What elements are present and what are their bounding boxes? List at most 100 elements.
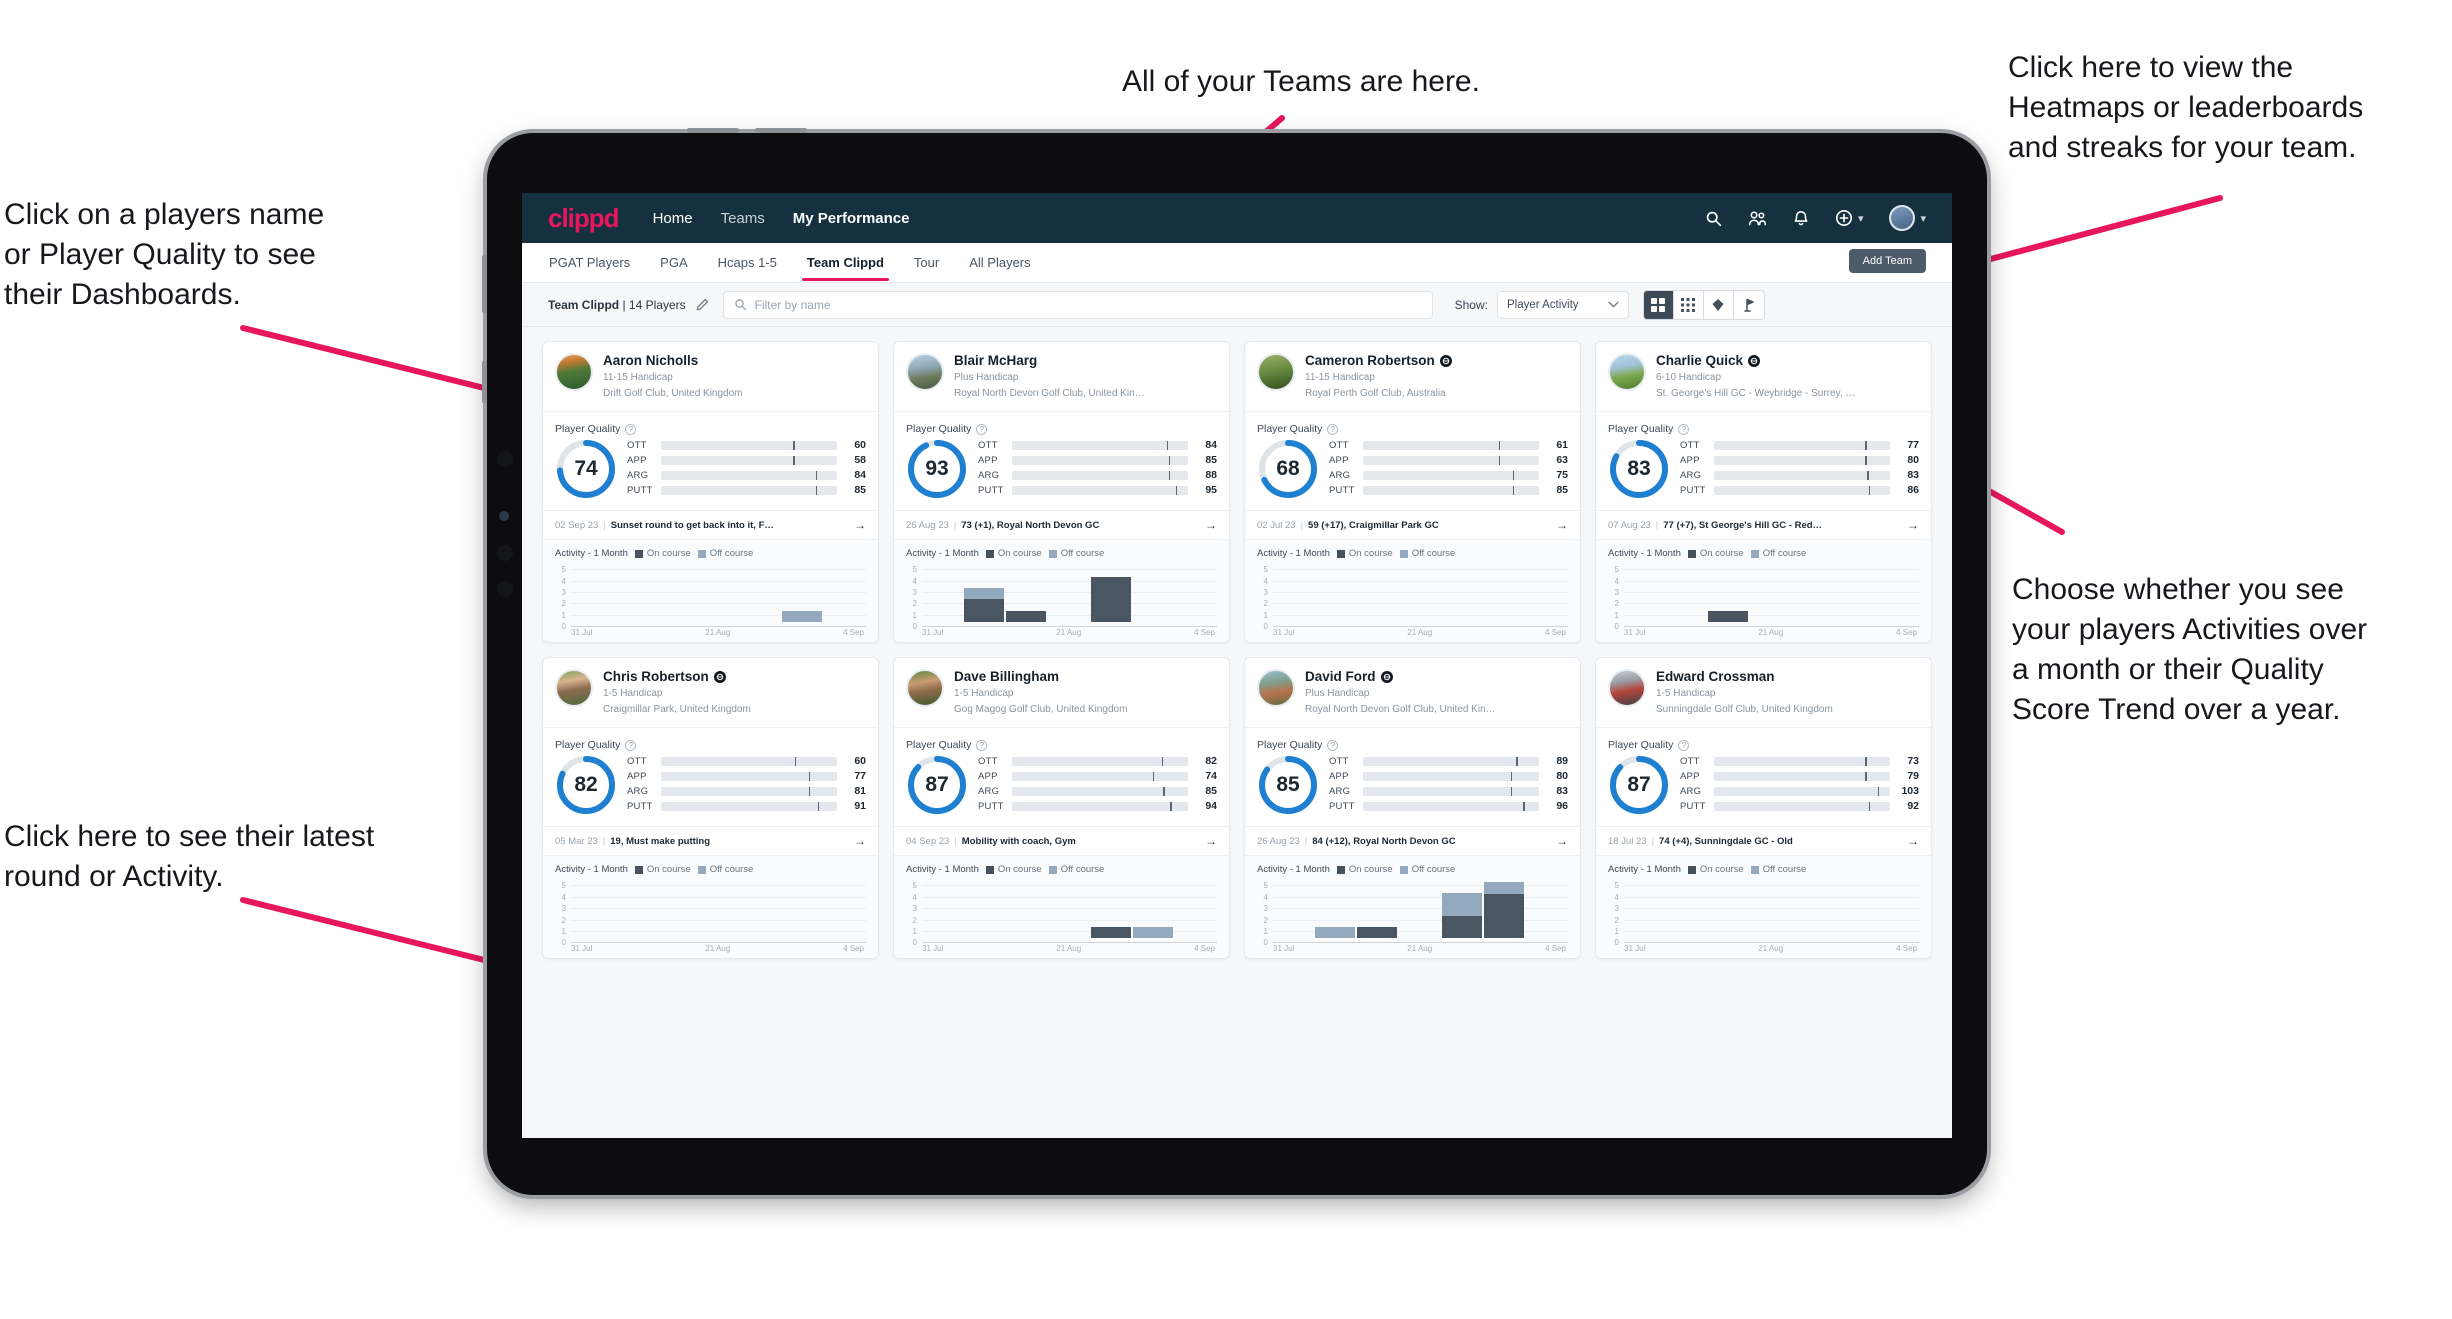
player-quality-section[interactable]: Player Quality? 68 OTT 61 APP 63 ARG 75 PUTT 85 bbox=[1245, 411, 1580, 510]
team-count-text: | 14 Players bbox=[622, 297, 686, 312]
grid-large-icon[interactable] bbox=[1643, 290, 1674, 319]
player-name[interactable]: Cameron Robertson bbox=[1305, 353, 1452, 369]
player-card-header[interactable]: Chris Robertson 1-5 Handicap Craigmillar P… bbox=[543, 658, 878, 727]
arrow-right-icon[interactable]: → bbox=[1907, 518, 1919, 532]
player-card-header[interactable]: Blair McHarg Plus Handicap Royal North Dev… bbox=[894, 342, 1229, 411]
latest-round-row[interactable]: 02 Jul 23 | 59 (+17), Craigmillar Park GC → bbox=[1245, 510, 1580, 540]
player-quality-section[interactable]: Player Quality? 83 OTT 77 APP 80 ARG 83 PUTT 86 bbox=[1596, 411, 1931, 510]
show-select[interactable]: Player Activity bbox=[1496, 290, 1629, 319]
player-name[interactable]: Chris Robertson bbox=[603, 669, 751, 685]
player-card-header[interactable]: David Ford Plus Handicap Royal North Devon… bbox=[1245, 658, 1580, 727]
legend-off-course: Off course bbox=[1048, 864, 1104, 875]
tab-all-players[interactable]: All Players bbox=[968, 245, 1031, 281]
arrow-right-icon[interactable]: → bbox=[1556, 518, 1568, 532]
help-icon[interactable]: ? bbox=[1678, 423, 1690, 435]
player-quality-section[interactable]: Player Quality? 82 OTT 60 APP 77 ARG 81 PUTT 91 bbox=[543, 727, 878, 826]
player-name[interactable]: Aaron Nicholls bbox=[603, 353, 743, 369]
clippd-logo[interactable]: clippd bbox=[548, 203, 620, 234]
nav-my-performance[interactable]: My Performance bbox=[793, 210, 910, 227]
latest-round-row[interactable]: 26 Aug 23 | 73 (+1), Royal North Devon GC → bbox=[894, 510, 1229, 540]
grid-small-icon[interactable] bbox=[1674, 290, 1704, 319]
player-club: Sunningdale Golf Club, United Kingdom bbox=[1656, 703, 1833, 715]
latest-round-row[interactable]: 04 Sep 23 | Mobility with coach, Gym → bbox=[894, 826, 1229, 856]
player-card-header[interactable]: Dave Billingham 1-5 Handicap Gog Magog Gol… bbox=[894, 658, 1229, 727]
metric-benchmark-tick bbox=[1877, 786, 1880, 796]
tab-pgat-players[interactable]: PGAT Players bbox=[548, 245, 631, 281]
player-name[interactable]: David Ford bbox=[1305, 669, 1496, 685]
tablet-volume-button-2 bbox=[755, 128, 807, 133]
player-quality-section[interactable]: Player Quality? 74 OTT 60 APP 58 ARG 84 PUTT 85 bbox=[543, 411, 878, 510]
tab-pga[interactable]: PGA bbox=[659, 245, 688, 281]
help-icon[interactable]: ? bbox=[976, 739, 988, 751]
arrow-right-icon[interactable]: → bbox=[854, 834, 866, 848]
player-card[interactable]: David Ford Plus Handicap Royal North Devon… bbox=[1244, 657, 1581, 960]
latest-round-row[interactable]: 05 Mar 23 | 19, Must make putting → bbox=[543, 826, 878, 856]
player-card[interactable]: Dave Billingham 1-5 Handicap Gog Magog Gol… bbox=[893, 657, 1230, 960]
round-description: 73 (+1), Royal North Devon GC bbox=[961, 519, 1100, 531]
chart-bar-slot bbox=[1357, 882, 1398, 939]
chart-bar-slot bbox=[1315, 566, 1355, 622]
player-quality-section[interactable]: Player Quality? 87 OTT 82 APP 74 ARG 85 PUTT 94 bbox=[894, 727, 1229, 826]
quality-metric-row: ARG 83 bbox=[1680, 469, 1919, 481]
chart-bar-slot bbox=[1399, 882, 1439, 938]
player-name[interactable]: Charlie Quick bbox=[1656, 353, 1855, 369]
y-tick-label: 1 bbox=[1614, 926, 1619, 936]
player-quality-section[interactable]: Player Quality? 85 OTT 89 APP 80 ARG 83 PUTT 96 bbox=[1245, 727, 1580, 826]
player-name[interactable]: Dave Billingham bbox=[954, 669, 1127, 685]
help-icon[interactable]: ? bbox=[1327, 423, 1339, 435]
heatmap-icon[interactable] bbox=[1704, 290, 1734, 319]
avatar[interactable]: ▾ bbox=[1889, 205, 1926, 231]
arrow-right-icon[interactable]: → bbox=[1907, 834, 1919, 848]
help-icon[interactable]: ? bbox=[1327, 739, 1339, 751]
player-card[interactable]: Edward Crossman 1-5 Handicap Sunningdale G… bbox=[1595, 657, 1932, 960]
player-card[interactable]: Aaron Nicholls 11-15 Handicap Drift Golf C… bbox=[542, 341, 879, 644]
player-name[interactable]: Edward Crossman bbox=[1656, 669, 1833, 685]
arrow-right-icon[interactable]: → bbox=[1556, 834, 1568, 848]
player-card-header[interactable]: Cameron Robertson 11-15 Handicap Royal Per… bbox=[1245, 342, 1580, 411]
help-icon[interactable]: ? bbox=[625, 739, 637, 751]
player-card[interactable]: Charlie Quick 6-10 Handicap St. George's H… bbox=[1595, 341, 1932, 644]
chart-bar-slot bbox=[1175, 566, 1215, 622]
arrow-right-icon[interactable]: → bbox=[1205, 518, 1217, 532]
tab-hcaps-1-5[interactable]: Hcaps 1-5 bbox=[717, 245, 778, 281]
add-team-button[interactable]: Add Team bbox=[1848, 249, 1926, 273]
latest-round-row[interactable]: 02 Sep 23 | Sunset round to get back into … bbox=[543, 510, 878, 540]
tab-team-clippd[interactable]: Team Clippd bbox=[801, 245, 889, 281]
player-card-header[interactable]: Charlie Quick 6-10 Handicap St. George's H… bbox=[1596, 342, 1931, 411]
metric-label: PUTT bbox=[627, 484, 653, 496]
bell-icon[interactable] bbox=[1793, 209, 1809, 227]
y-tick-label: 3 bbox=[1614, 587, 1619, 597]
search-icon[interactable] bbox=[1705, 210, 1722, 227]
latest-round-row[interactable]: 07 Aug 23 | 77 (+7), St George's Hill GC -… bbox=[1596, 510, 1931, 540]
nav-home[interactable]: Home bbox=[653, 210, 693, 227]
arrow-right-icon[interactable]: → bbox=[1205, 834, 1217, 848]
activity-bar-chart: 5 4 3 2 1 0 31 Jul 21 Aug 4 Sep bbox=[555, 565, 866, 637]
edit-pencil-icon[interactable] bbox=[696, 298, 709, 311]
latest-round-row[interactable]: 26 Aug 23 | 84 (+12), Royal North Devon GC… bbox=[1245, 826, 1580, 856]
player-quality-section[interactable]: Player Quality? 87 OTT 73 APP 79 ARG 103 PUTT 92 bbox=[1596, 727, 1931, 826]
player-card-header[interactable]: Aaron Nicholls 11-15 Handicap Drift Golf C… bbox=[543, 342, 878, 411]
people-icon[interactable] bbox=[1748, 210, 1767, 227]
on-course-swatch bbox=[634, 549, 643, 558]
chart-bar-slot bbox=[1526, 882, 1566, 938]
help-icon[interactable]: ? bbox=[625, 423, 637, 435]
player-card[interactable]: Chris Robertson 1-5 Handicap Craigmillar P… bbox=[542, 657, 879, 960]
y-tick-label: 2 bbox=[561, 915, 566, 925]
quality-metric-row: ARG 75 bbox=[1329, 469, 1568, 481]
metric-value: 80 bbox=[1907, 454, 1919, 467]
help-icon[interactable]: ? bbox=[1678, 739, 1690, 751]
player-name[interactable]: Blair McHarg bbox=[954, 353, 1145, 369]
nav-teams[interactable]: Teams bbox=[721, 210, 765, 227]
arrow-right-icon[interactable]: → bbox=[854, 518, 866, 532]
chart-x-labels: 31 Jul 21 Aug 4 Sep bbox=[571, 628, 864, 637]
search-input[interactable]: Filter by name bbox=[722, 290, 1433, 319]
plus-circle-icon[interactable]: ▾ bbox=[1835, 209, 1863, 227]
tab-tour[interactable]: Tour bbox=[913, 245, 940, 281]
help-icon[interactable]: ? bbox=[976, 423, 988, 435]
player-card[interactable]: Cameron Robertson 11-15 Handicap Royal Per… bbox=[1244, 341, 1581, 644]
player-quality-section[interactable]: Player Quality? 93 OTT 84 APP 85 ARG 88 PUTT 95 bbox=[894, 411, 1229, 510]
flag-icon[interactable] bbox=[1734, 291, 1764, 319]
player-card-header[interactable]: Edward Crossman 1-5 Handicap Sunningdale G… bbox=[1596, 658, 1931, 727]
player-card[interactable]: Blair McHarg Plus Handicap Royal North Dev… bbox=[893, 341, 1230, 644]
latest-round-row[interactable]: 18 Jul 23 | 74 (+4), Sunningdale GC - Old → bbox=[1596, 826, 1931, 856]
